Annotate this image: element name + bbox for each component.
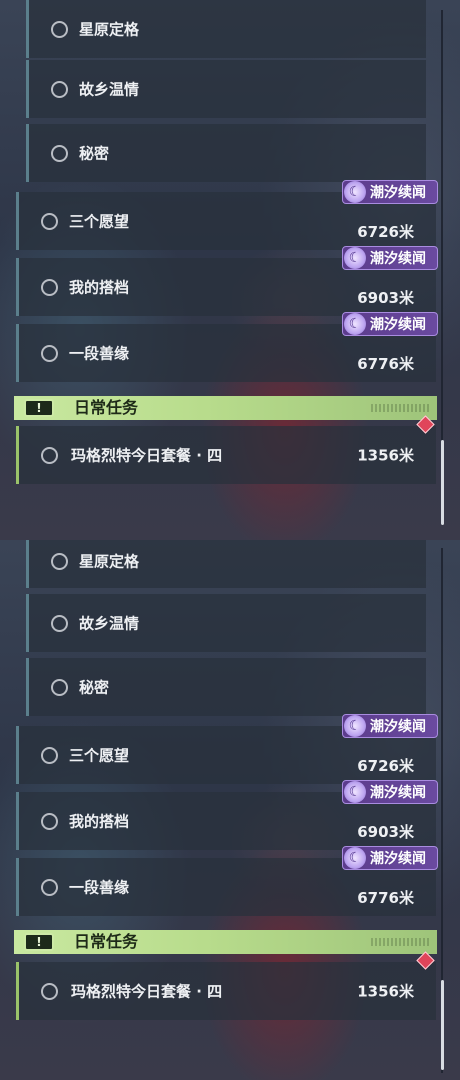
- scrollbar-thumb[interactable]: [441, 980, 444, 1070]
- story-badge: ☾ 潮汐续闻: [342, 312, 438, 336]
- exclamation-icon: !: [24, 933, 54, 951]
- quest-item-daily-margaret[interactable]: 玛格烈特今日套餐 · 四 1356米: [16, 415, 436, 484]
- diamond-marker-icon: [416, 951, 435, 970]
- badge-label: 潮汐续闻: [370, 719, 426, 735]
- quest-label: 我的搭档: [69, 812, 130, 831]
- circle-outline-icon: [41, 213, 58, 230]
- quest-distance: 6726米: [357, 223, 414, 241]
- decorative-stripes: [371, 938, 431, 946]
- quest-item-mimi[interactable]: 秘密: [26, 658, 426, 716]
- story-badge: ☾ 潮汐续闻: [342, 714, 438, 738]
- quest-item-sange-yuanwang[interactable]: 三个愿望 ☾ 潮汐续闻 6726米: [16, 714, 438, 784]
- quest-item-sange-yuanwang[interactable]: 三个愿望 ☾ 潮汐续闻 6726米: [16, 180, 438, 250]
- quest-distance: 1356米: [357, 982, 414, 1001]
- quest-list-panel: 星原定格 故乡温情 秘密 三个愿望 ☾ 潮汐续闻 6726米 我的搭档 ☾ 潮汐…: [0, 0, 460, 540]
- quest-label: 秘密: [79, 144, 110, 163]
- badge-label: 潮汐续闻: [370, 185, 426, 201]
- quest-item-wode-dadang[interactable]: 我的搭档 ☾ 潮汐续闻 6903米: [16, 780, 438, 850]
- circle-outline-icon: [41, 747, 58, 764]
- quest-label: 三个愿望: [69, 746, 130, 765]
- quest-label: 故乡温情: [79, 614, 140, 633]
- quest-label: 星原定格: [79, 552, 140, 571]
- quest-item-yiduan-shanyuan[interactable]: 一段善缘 ☾ 潮汐续闻 6776米: [16, 312, 438, 382]
- circle-outline-icon: [51, 553, 68, 570]
- quest-distance: 6903米: [357, 823, 414, 841]
- quest-distance: 6776米: [357, 889, 414, 907]
- tide-swirl-icon: ☾: [344, 715, 366, 737]
- story-badge: ☾ 潮汐续闻: [342, 780, 438, 804]
- badge-label: 潮汐续闻: [370, 317, 426, 333]
- scrollbar-thumb[interactable]: [441, 440, 444, 525]
- quest-item-yiduan-shanyuan[interactable]: 一段善缘 ☾ 潮汐续闻 6776米: [16, 846, 438, 916]
- circle-outline-icon: [51, 615, 68, 632]
- quest-distance: 6903米: [357, 289, 414, 307]
- quest-distance: 1356米: [357, 446, 414, 465]
- circle-outline-icon: [41, 345, 58, 362]
- tide-swirl-icon: ☾: [344, 781, 366, 803]
- story-badge: ☾ 潮汐续闻: [342, 180, 438, 204]
- circle-outline-icon: [41, 813, 58, 830]
- quest-label: 一段善缘: [69, 878, 130, 897]
- quest-item-daily-margaret[interactable]: 玛格烈特今日套餐 · 四 1356米: [16, 951, 436, 1020]
- tide-swirl-icon: ☾: [344, 847, 366, 869]
- circle-outline-icon: [51, 21, 68, 38]
- quest-label: 一段善缘: [69, 344, 130, 363]
- circle-outline-icon: [41, 279, 58, 296]
- quest-label: 星原定格: [79, 20, 140, 39]
- quest-label: 秘密: [79, 678, 110, 697]
- quest-label: 三个愿望: [69, 212, 130, 231]
- tide-swirl-icon: ☾: [344, 181, 366, 203]
- circle-outline-icon: [51, 145, 68, 162]
- quest-item-guxiang[interactable]: 故乡温情: [26, 594, 426, 652]
- daily-tasks-header[interactable]: ! 日常任务: [14, 396, 437, 420]
- quest-item-guxiang[interactable]: 故乡温情: [26, 60, 426, 118]
- section-title: 日常任务: [74, 932, 139, 951]
- decorative-stripes: [371, 404, 431, 412]
- circle-outline-icon: [41, 447, 58, 464]
- quest-label: 玛格烈特今日套餐 · 四: [71, 982, 223, 1001]
- section-title: 日常任务: [74, 398, 139, 417]
- circle-outline-icon: [51, 81, 68, 98]
- quest-label: 玛格烈特今日套餐 · 四: [71, 446, 223, 465]
- quest-distance: 6776米: [357, 355, 414, 373]
- story-badge: ☾ 潮汐续闻: [342, 846, 438, 870]
- tide-swirl-icon: ☾: [344, 247, 366, 269]
- daily-tasks-header[interactable]: ! 日常任务: [14, 930, 437, 954]
- story-badge: ☾ 潮汐续闻: [342, 246, 438, 270]
- badge-label: 潮汐续闻: [370, 251, 426, 267]
- badge-label: 潮汐续闻: [370, 851, 426, 867]
- quest-item-mimi[interactable]: 秘密: [26, 124, 426, 182]
- quest-item-xingyuan[interactable]: 星原定格: [26, 540, 426, 588]
- quest-list-panel: 星原定格 故乡温情 秘密 三个愿望 ☾ 潮汐续闻 6726米 我的搭档 ☾ 潮汐…: [0, 540, 460, 1080]
- circle-outline-icon: [41, 983, 58, 1000]
- quest-label: 我的搭档: [69, 278, 130, 297]
- badge-label: 潮汐续闻: [370, 785, 426, 801]
- tide-swirl-icon: ☾: [344, 313, 366, 335]
- circle-outline-icon: [51, 679, 68, 696]
- quest-item-xingyuan[interactable]: 星原定格: [26, 0, 426, 58]
- circle-outline-icon: [41, 879, 58, 896]
- quest-distance: 6726米: [357, 757, 414, 775]
- quest-label: 故乡温情: [79, 80, 140, 99]
- quest-item-wode-dadang[interactable]: 我的搭档 ☾ 潮汐续闻 6903米: [16, 246, 438, 316]
- exclamation-icon: !: [24, 399, 54, 417]
